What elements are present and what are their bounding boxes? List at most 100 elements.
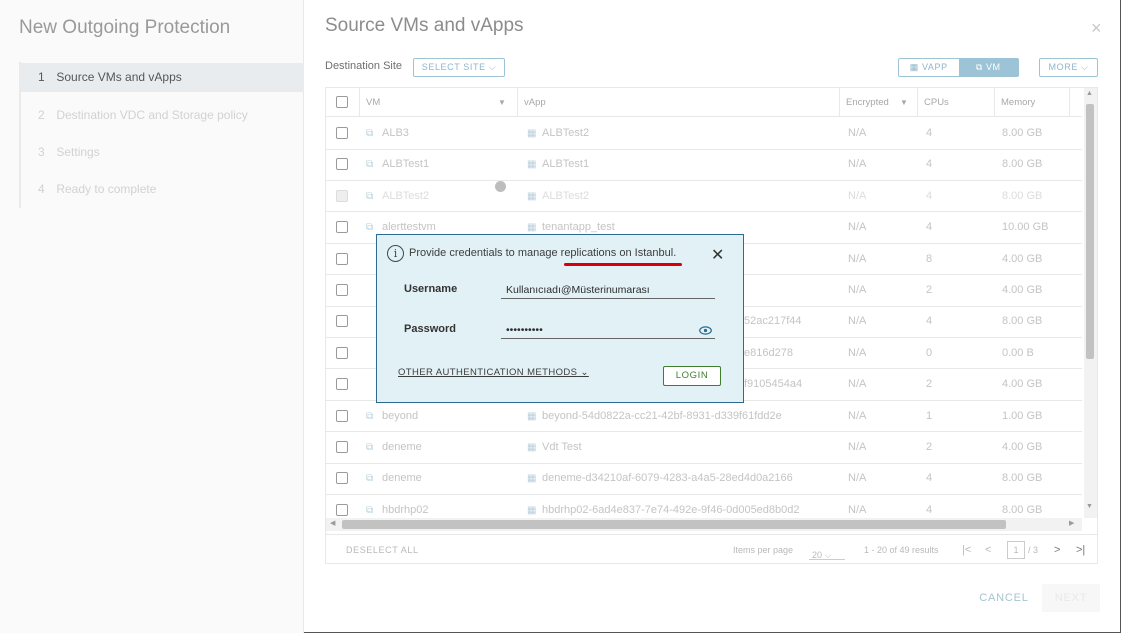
- row-checkbox[interactable]: [336, 252, 348, 265]
- scroll-down-icon[interactable]: ▼: [1086, 503, 1093, 510]
- eye-icon[interactable]: [699, 324, 712, 338]
- vm-icon: ⧉: [366, 128, 374, 139]
- credentials-popover: i Provide credentials to manage replicat…: [376, 234, 744, 403]
- col-cpus-header[interactable]: CPUs: [918, 88, 995, 117]
- table-row[interactable]: ⧉ ALBTest1 ▦ ALBTest1 N/A 4 8.00 GB: [326, 149, 1082, 181]
- vapp-name: Vdt Test: [542, 441, 582, 453]
- vapp-toggle-button[interactable]: ▦ VAPP: [899, 59, 959, 76]
- vapp-name: ALBTest2: [542, 189, 590, 202]
- cpus-value: 2: [926, 441, 933, 453]
- select-all-checkbox[interactable]: [336, 96, 348, 108]
- first-page-icon[interactable]: |<: [962, 535, 971, 565]
- row-checkbox[interactable]: [336, 127, 348, 139]
- vertical-scrollbar[interactable]: ▲ ▼: [1084, 88, 1097, 518]
- dialog-frame: New Outgoing Protection 1 Source VMs and…: [0, 0, 1121, 633]
- cpus-value: 2: [926, 284, 933, 296]
- last-page-icon[interactable]: >|: [1076, 535, 1085, 565]
- row-checkbox[interactable]: [336, 472, 348, 485]
- credentials-message: Provide credentials to manage replicatio…: [409, 247, 677, 259]
- scroll-up-icon[interactable]: ▲: [1086, 90, 1093, 97]
- table-row[interactable]: ⧉ ALBTest2 i ▦ ALBTest2 N/A 4 8.00 GB: [326, 180, 1082, 213]
- col-encrypted-header[interactable]: Encrypted ▼: [840, 88, 918, 117]
- step-destination-vdc: 2 Destination VDC and Storage policy: [38, 108, 248, 122]
- table-row[interactable]: ⧉ hbdrhp02 ▦ hbdrhp02-6ad4e837-7e74-492e-9f…: [326, 495, 1082, 518]
- encrypted-value: N/A: [848, 409, 867, 422]
- memory-value: 10.00 GB: [1002, 221, 1049, 234]
- col-memory-header[interactable]: Memory: [995, 88, 1070, 117]
- row-checkbox[interactable]: [336, 503, 348, 516]
- scroll-right-icon[interactable]: ▶: [1069, 519, 1074, 527]
- other-auth-methods-link[interactable]: OTHER AUTHENTICATION METHODS ⌄: [398, 367, 589, 378]
- col-vm-header[interactable]: VM ▼: [360, 88, 518, 117]
- page-title: Source VMs and vApps: [325, 15, 524, 36]
- vm-icon: ⧉: [366, 410, 374, 422]
- horizontal-scrollbar[interactable]: ◀ ▶: [326, 518, 1082, 531]
- deselect-all-button[interactable]: DESELECT ALL: [346, 535, 419, 565]
- vm-name: hbdrhp02: [382, 503, 429, 516]
- memory-value: 0.00 B: [1002, 346, 1034, 359]
- username-label: Username: [404, 283, 458, 295]
- table-row[interactable]: ⧉ deneme ▦ Vdt Test N/A 2 4.00 GB: [326, 432, 1082, 464]
- vm-icon: ⧉: [366, 222, 374, 234]
- vapp-name: f9105454a4: [744, 378, 803, 391]
- memory-value: 4.00 GB: [1002, 378, 1043, 391]
- password-field[interactable]: ••••••••••: [501, 321, 715, 339]
- filter-icon[interactable]: ▼: [900, 88, 908, 117]
- chevron-down-icon: ⌄: [580, 367, 589, 378]
- vm-icon: ⧉: [366, 159, 374, 171]
- select-all-cell: [326, 88, 360, 117]
- select-site-button[interactable]: SELECT SITE ⌵: [413, 58, 505, 77]
- username-field[interactable]: Kullanıcıadı@Müsterinumarası: [501, 281, 715, 299]
- more-button[interactable]: MORE ⌵: [1039, 58, 1098, 77]
- encrypted-value: N/A: [848, 127, 867, 139]
- row-checkbox[interactable]: [336, 409, 348, 422]
- vm-toggle-button[interactable]: ⧉ VM: [958, 59, 1018, 76]
- vapp-name: e816d278: [744, 346, 793, 359]
- results-count: 1 - 20 of 49 results: [864, 545, 939, 555]
- table-row[interactable]: ⧉ beyond ▦ beyond-54d0822a-cc21-42bf-8931-d…: [326, 401, 1082, 433]
- next-button[interactable]: NEXT: [1042, 584, 1100, 612]
- highlight-underline: [564, 263, 682, 266]
- vm-icon: ⧉: [366, 190, 374, 202]
- wizard-sidebar: New Outgoing Protection 1 Source VMs and…: [0, 0, 304, 633]
- info-icon[interactable]: i: [495, 180, 506, 201]
- row-checkbox[interactable]: [336, 378, 348, 391]
- memory-value: 8.00 GB: [1002, 127, 1043, 139]
- close-icon[interactable]: ✕: [711, 248, 724, 264]
- page-total: / 3: [1028, 545, 1039, 555]
- prev-page-icon[interactable]: <: [985, 535, 991, 565]
- encrypted-value: N/A: [848, 472, 867, 485]
- close-icon[interactable]: ×: [1091, 19, 1105, 37]
- scroll-thumb[interactable]: [1086, 104, 1094, 359]
- row-checkbox[interactable]: [336, 221, 348, 234]
- scroll-thumb[interactable]: [342, 520, 1006, 529]
- memory-value: 8.00 GB: [1002, 503, 1043, 516]
- encrypted-value: N/A: [848, 158, 867, 171]
- cancel-button[interactable]: CANCEL: [976, 584, 1032, 612]
- row-checkbox[interactable]: [336, 346, 348, 359]
- items-per-page-select[interactable]: 20 ⌵: [809, 540, 845, 560]
- vapp-icon: ▦: [527, 473, 537, 485]
- cpus-value: 4: [926, 158, 933, 171]
- table-row[interactable]: ⧉ ALB3 ▦ ALBTest2 N/A 4 8.00 GB: [326, 118, 1082, 150]
- row-checkbox[interactable]: [336, 441, 348, 453]
- login-button[interactable]: LOGIN: [663, 366, 721, 386]
- row-checkbox[interactable]: [336, 284, 348, 296]
- next-page-icon[interactable]: >: [1054, 535, 1060, 565]
- col-vapp-header[interactable]: vApp: [518, 88, 840, 117]
- cpus-value: 4: [926, 189, 933, 202]
- page-number-input[interactable]: 1: [1007, 541, 1025, 559]
- scroll-left-icon[interactable]: ◀: [330, 519, 335, 527]
- vm-name: beyond: [382, 409, 419, 422]
- row-checkbox[interactable]: [336, 158, 348, 171]
- encrypted-value: N/A: [848, 284, 867, 296]
- step-source-vms[interactable]: 1 Source VMs and vApps: [21, 63, 304, 92]
- table-row[interactable]: ⧉ deneme ▦ deneme-d34210af-6079-4283-a4a5-2…: [326, 463, 1082, 495]
- encrypted-value: N/A: [848, 252, 867, 265]
- filter-icon[interactable]: ▼: [498, 88, 506, 117]
- memory-value: 4.00 GB: [1002, 252, 1043, 265]
- row-checkbox[interactable]: [336, 315, 348, 328]
- vapp-icon: ▦: [527, 128, 537, 139]
- vapp-name: beyond-54d0822a-cc21-42bf-8931-d339f61fd…: [542, 409, 782, 422]
- view-toggle: ▦ VAPP ⧉ VM: [898, 58, 1019, 77]
